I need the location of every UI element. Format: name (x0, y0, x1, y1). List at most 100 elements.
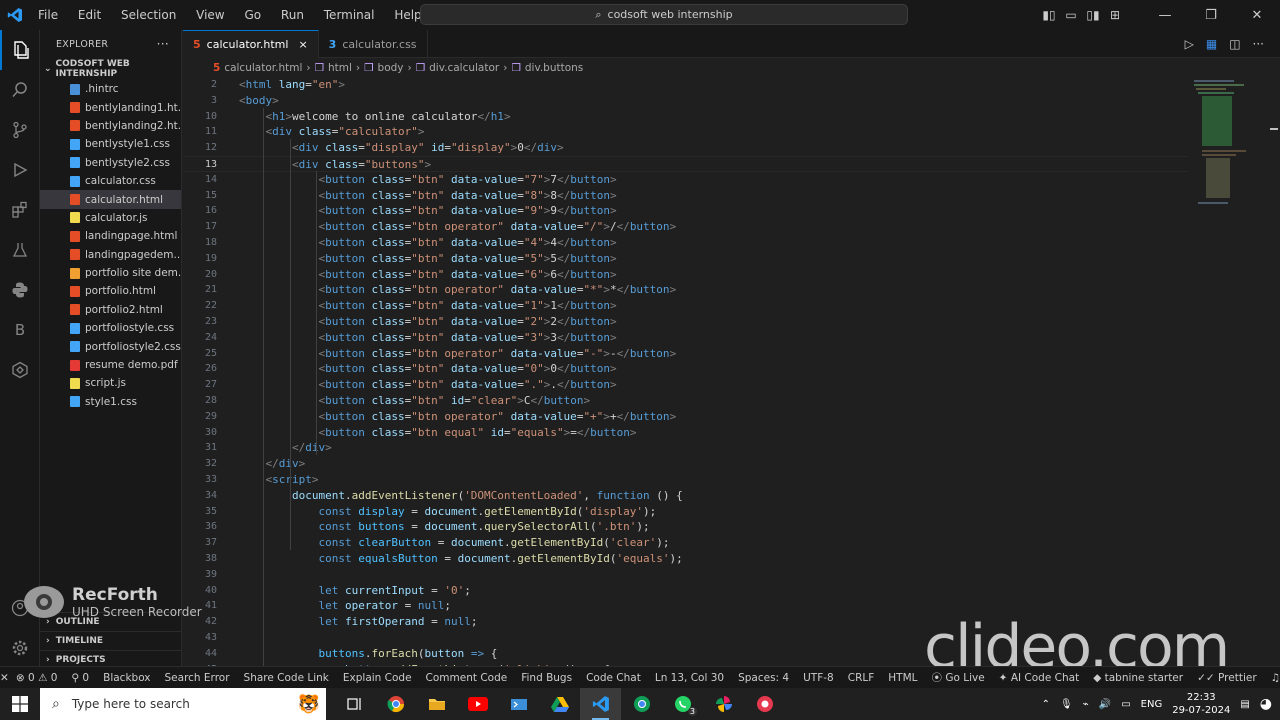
code-line[interactable]: 37 const clearButton = document.getEleme… (183, 535, 1188, 551)
share-code-link-button[interactable]: Share Code Link (237, 672, 336, 684)
split-editor-icon[interactable]: ◫ (1229, 37, 1240, 51)
breadcrumb-item[interactable]: body (378, 62, 404, 74)
code-line[interactable]: 3 <body> (183, 93, 1188, 109)
code-line[interactable]: 34 document.addEventListener('DOMContent… (183, 488, 1188, 504)
breadcrumb-item[interactable]: calculator.html (224, 62, 302, 74)
google-drive-icon[interactable] (539, 688, 580, 720)
file-item[interactable]: bentlylanding1.ht... (40, 98, 181, 116)
file-item[interactable]: style1.css (40, 393, 181, 411)
testing-flask-icon[interactable] (0, 230, 40, 270)
file-item[interactable]: landingpage.html (40, 227, 181, 245)
file-item[interactable]: portfolio site dem... (40, 264, 181, 282)
maximize-icon[interactable]: ❐ (1188, 8, 1234, 23)
terminal-app-icon[interactable] (498, 688, 539, 720)
ai-code-chat-button[interactable]: ✦ AI Code Chat (992, 672, 1087, 684)
battery-icon[interactable]: ▭ (1121, 699, 1130, 710)
chrome-profile-icon[interactable] (621, 688, 662, 720)
file-item[interactable]: .hintrc (40, 80, 181, 98)
tab-calculator-html[interactable]: 5 calculator.html × (183, 30, 319, 58)
microphone-icon[interactable]: 🎙 (1060, 699, 1073, 710)
code-line[interactable]: 19 <button class="btn" data-value="5">5<… (183, 251, 1188, 267)
menu-file[interactable]: File (30, 8, 66, 22)
close-tab-icon[interactable]: × (298, 38, 307, 51)
code-line[interactable]: 10 <h1>welcome to online calculator</h1> (183, 109, 1188, 125)
notifications-bell-icon[interactable]: ♫ (1264, 672, 1280, 684)
code-line[interactable]: 39 (183, 567, 1188, 583)
file-item[interactable]: portfolio2.html (40, 301, 181, 319)
language-indicator[interactable]: ENG (1141, 699, 1163, 710)
toggle-panel-icon[interactable]: ▭ (1060, 8, 1082, 22)
code-line[interactable]: 14 <button class="btn" data-value="7">7<… (183, 172, 1188, 188)
code-line[interactable]: 11 <div class="calculator"> (183, 124, 1188, 140)
code-line[interactable]: 13 <div class="buttons"> (183, 156, 1188, 172)
windows-start-icon[interactable] (0, 688, 40, 720)
file-item[interactable]: bentlystyle2.css (40, 154, 181, 172)
code-line[interactable]: 38 const equalsButton = document.getElem… (183, 551, 1188, 567)
search-view-icon[interactable] (0, 70, 40, 110)
screen-recorder-icon[interactable] (744, 688, 785, 720)
chevron-up-icon[interactable]: ⌃ (1042, 699, 1050, 710)
file-item[interactable]: bentlylanding2.ht... (40, 117, 181, 135)
code-line[interactable]: 12 <div class="display" id="display">0</… (183, 140, 1188, 156)
taskbar-search-box[interactable]: ⌕ Type here to search 🐯 (40, 688, 326, 720)
ports-indicator[interactable]: ⚲ 0 (64, 672, 96, 684)
prettier-button[interactable]: ✓✓ Prettier (1190, 672, 1264, 684)
menu-view[interactable]: View (188, 8, 232, 22)
file-explorer-icon[interactable] (416, 688, 457, 720)
code-line[interactable]: 35 const display = document.getElementBy… (183, 504, 1188, 520)
code-line[interactable]: 2 <html lang="en"> (183, 77, 1188, 93)
clock[interactable]: 22:33 29-07-2024 (1172, 691, 1230, 717)
language-mode[interactable]: HTML (881, 672, 924, 684)
vscode-taskbar-icon[interactable] (580, 688, 621, 720)
code-line[interactable]: 29 <button class="btn operator" data-val… (183, 409, 1188, 425)
code-chat-button[interactable]: Code Chat (579, 672, 648, 684)
source-control-icon[interactable] (0, 110, 40, 150)
menu-selection[interactable]: Selection (113, 8, 184, 22)
menu-go[interactable]: Go (236, 8, 269, 22)
whatsapp-icon[interactable]: 3 (662, 688, 703, 720)
search-error-button[interactable]: Search Error (158, 672, 237, 684)
blackbox-b-icon[interactable]: B (0, 310, 40, 350)
editor-scrollbar[interactable] (1268, 76, 1280, 666)
breadcrumb-item[interactable]: div.calculator (429, 62, 499, 74)
find-bugs-button[interactable]: Find Bugs (514, 672, 579, 684)
file-item[interactable]: resume demo.pdf (40, 356, 181, 374)
toggle-secondary-sidebar-icon[interactable]: ▯▮ (1082, 8, 1104, 22)
python-icon[interactable] (0, 270, 40, 310)
file-item[interactable]: portfoliostyle2.css (40, 337, 181, 355)
code-line[interactable]: 30 <button class="btn equal" id="equals"… (183, 425, 1188, 441)
code-line[interactable]: 20 <button class="btn" data-value="6">6<… (183, 267, 1188, 283)
code-line[interactable]: 27 <button class="btn" data-value=".">.<… (183, 377, 1188, 393)
photos-pinwheel-icon[interactable] (703, 688, 744, 720)
file-item[interactable]: bentlystyle1.css (40, 135, 181, 153)
more-actions-icon[interactable]: ··· (157, 37, 169, 51)
task-view-icon[interactable] (334, 688, 375, 720)
volume-icon[interactable]: 🔊 (1099, 699, 1111, 710)
code-line[interactable]: 33 <script> (183, 472, 1188, 488)
blackbox-button[interactable]: Blackbox (96, 672, 157, 684)
comment-code-button[interactable]: Comment Code (419, 672, 515, 684)
menu-terminal[interactable]: Terminal (316, 8, 383, 22)
notification-center-icon[interactable]: ▤ (1240, 699, 1249, 710)
encoding[interactable]: UTF-8 (796, 672, 841, 684)
ai-assistant-icon[interactable] (0, 350, 40, 390)
command-center-search[interactable]: ⌕ codsoft web internship (420, 4, 908, 25)
code-line[interactable]: 32 </div> (183, 456, 1188, 472)
code-line[interactable]: 21 <button class="btn operator" data-val… (183, 282, 1188, 298)
cursor-position[interactable]: Ln 13, Col 30 (648, 672, 731, 684)
code-line[interactable]: 15 <button class="btn" data-value="8">8<… (183, 188, 1188, 204)
run-debug-icon[interactable] (0, 150, 40, 190)
toggle-sidebar-icon[interactable]: ▮▯ (1038, 8, 1060, 22)
minimap[interactable] (1188, 76, 1268, 226)
code-line[interactable]: 23 <button class="btn" data-value="2">2<… (183, 314, 1188, 330)
code-line[interactable]: 17 <button class="btn operator" data-val… (183, 219, 1188, 235)
breadcrumb-item[interactable]: div.buttons (525, 62, 583, 74)
youtube-icon[interactable] (457, 688, 498, 720)
line-ending[interactable]: CRLF (841, 672, 882, 684)
code-line[interactable]: 18 <button class="btn" data-value="4">4<… (183, 235, 1188, 251)
code-line[interactable]: 26 <button class="btn" data-value="0">0<… (183, 361, 1188, 377)
code-editor[interactable]: 2 <html lang="en"> 3 <body> 10 <h1>welcome t… (183, 76, 1188, 666)
code-line[interactable]: 22 <button class="btn" data-value="1">1<… (183, 298, 1188, 314)
extensions-icon[interactable] (0, 190, 40, 230)
code-line[interactable]: 24 <button class="btn" data-value="3">3<… (183, 330, 1188, 346)
